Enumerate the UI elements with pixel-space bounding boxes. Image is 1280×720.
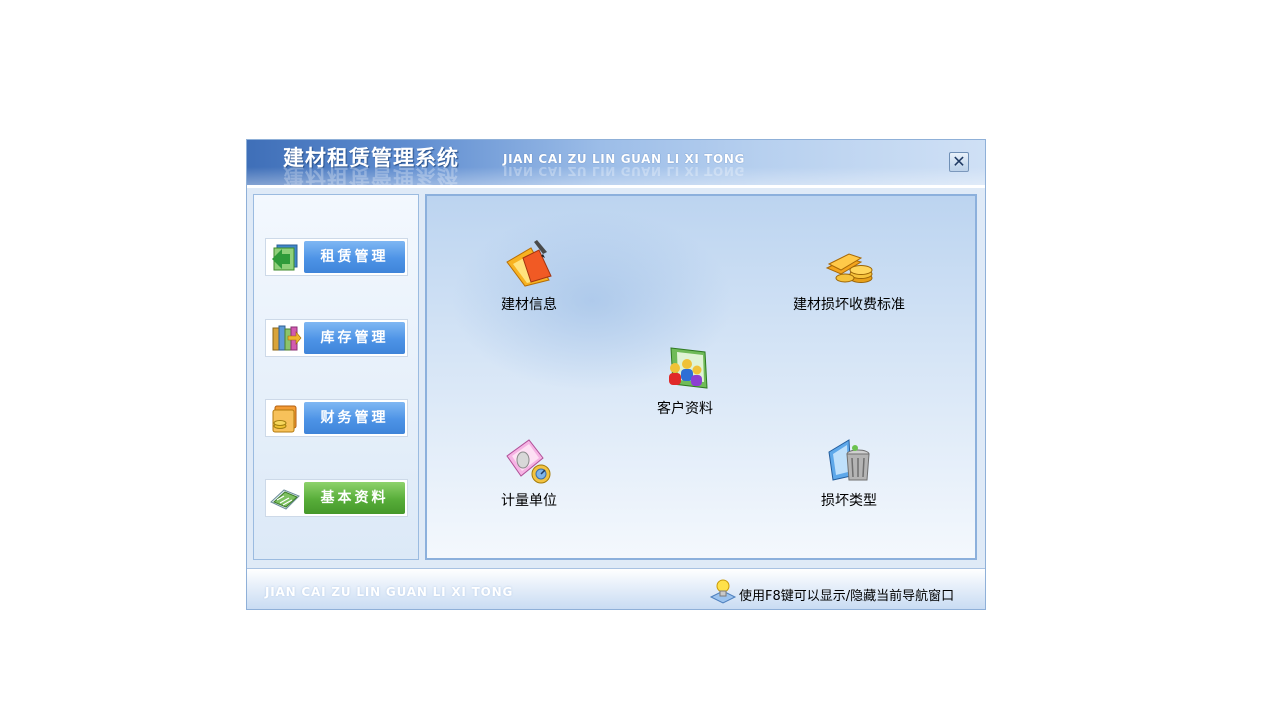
item-customer-data[interactable]: 客户资料 [615, 340, 755, 418]
item-building-material-info-label: 建材信息 [501, 297, 557, 313]
finance-icon [272, 405, 297, 433]
measure-unit-icon [506, 439, 551, 484]
status-bar: JIAN CAI ZU LIN GUAN LI XI TONG 使用F8键可以显… [247, 568, 985, 609]
item-damage-charge-standard-label: 建材损坏收费标准 [793, 297, 905, 313]
content-panel: 建材信息 建材损坏收费标准 客户资料 计量单位 损坏类型 [425, 194, 977, 560]
nav-finance-management[interactable]: 财务管理 [265, 399, 408, 437]
coins-icon [825, 253, 873, 283]
rental-icon [272, 244, 298, 271]
nav-inventory-label: 库存管理 [304, 322, 405, 354]
nav-basic-data-label: 基本资料 [304, 482, 405, 514]
lightbulb-icon [709, 579, 737, 604]
inventory-icon [272, 325, 302, 351]
item-building-material-info[interactable]: 建材信息 [459, 236, 599, 314]
title-bar: 建材租赁管理系统 建材租赁管理系统 JIAN CAI ZU LIN GUAN L… [247, 140, 985, 185]
basic-data-icon [270, 489, 300, 510]
item-damage-type-label: 损坏类型 [821, 493, 877, 509]
close-button[interactable]: ✕ [949, 152, 969, 172]
title-divider [247, 185, 985, 188]
app-title-reflection: 建材租赁管理系统 [283, 164, 459, 185]
footer-watermark: JIAN CAI ZU LIN GUAN LI XI TONG [265, 585, 514, 599]
app-title: 建材租赁管理系统 [283, 146, 459, 170]
navigation-sidebar: 租赁管理 库存管理 财务管理 基本资料 [253, 194, 419, 560]
nav-rental-management[interactable]: 租赁管理 [265, 238, 408, 276]
app-title-pinyin-reflection: JIAN CAI ZU LIN GUAN LI XI TONG [503, 164, 745, 178]
main-window: 建材租赁管理系统 建材租赁管理系统 JIAN CAI ZU LIN GUAN L… [246, 139, 986, 610]
customers-icon [669, 347, 708, 389]
item-customer-data-label: 客户资料 [657, 401, 713, 417]
nav-inventory-management[interactable]: 库存管理 [265, 319, 408, 357]
f8-tip-text: 使用F8键可以显示/隐藏当前导航窗口 [739, 589, 955, 604]
item-measurement-unit-label: 计量单位 [501, 493, 557, 509]
nav-basic-data[interactable]: 基本资料 [265, 479, 408, 517]
item-damage-charge-standard[interactable]: 建材损坏收费标准 [779, 236, 919, 314]
item-damage-type[interactable]: 损坏类型 [779, 432, 919, 510]
nav-rental-label: 租赁管理 [304, 241, 405, 273]
nav-finance-label: 财务管理 [304, 402, 405, 434]
item-measurement-unit[interactable]: 计量单位 [459, 432, 599, 510]
building-material-icon [506, 240, 552, 287]
close-icon: ✕ [952, 152, 966, 171]
trash-icon [828, 439, 870, 481]
